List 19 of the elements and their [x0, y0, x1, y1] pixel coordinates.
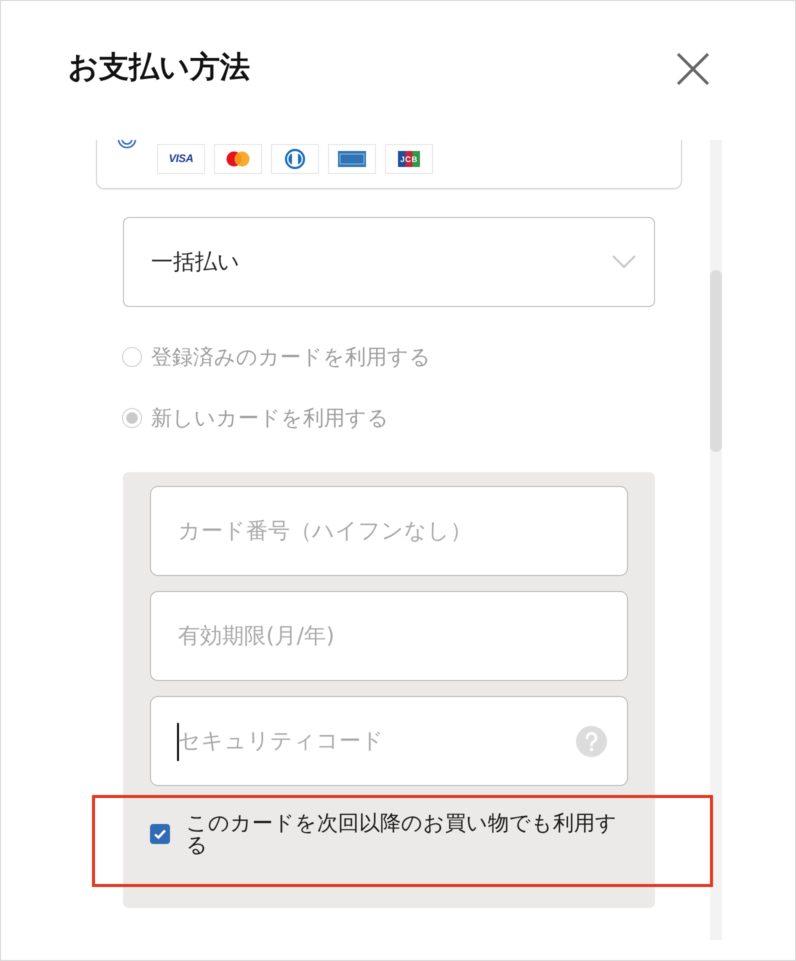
- input-field[interactable]: 有効期限(月/年): [150, 591, 628, 681]
- checkbox-label: このカードを次回以降のお買い物でも利用する: [186, 812, 618, 856]
- radio-label: 登録済みのカードを利用する: [151, 344, 431, 371]
- visa-logo: VISA: [157, 144, 205, 174]
- scrollbar-thumb[interactable]: [710, 270, 722, 452]
- checkmark-icon: [154, 829, 166, 839]
- input-field[interactable]: セキュリティコード: [150, 696, 628, 786]
- chevron-down-icon: [612, 255, 636, 269]
- ring-logo-icon: [271, 144, 319, 174]
- input-field[interactable]: カード番号（ハイフンなし）: [150, 486, 628, 576]
- close-icon[interactable]: [676, 52, 710, 86]
- radio-button-icon[interactable]: [117, 140, 137, 149]
- checkbox[interactable]: [150, 824, 170, 844]
- installment-select[interactable]: 一括払い: [123, 217, 655, 307]
- card-logo-icon: [328, 144, 376, 174]
- help-icon[interactable]: [576, 726, 607, 757]
- radio-label: 新しいカードを利用する: [151, 405, 389, 432]
- dialog-title: お支払い方法: [68, 49, 250, 87]
- overlapping-circles-logo-icon: [214, 144, 262, 174]
